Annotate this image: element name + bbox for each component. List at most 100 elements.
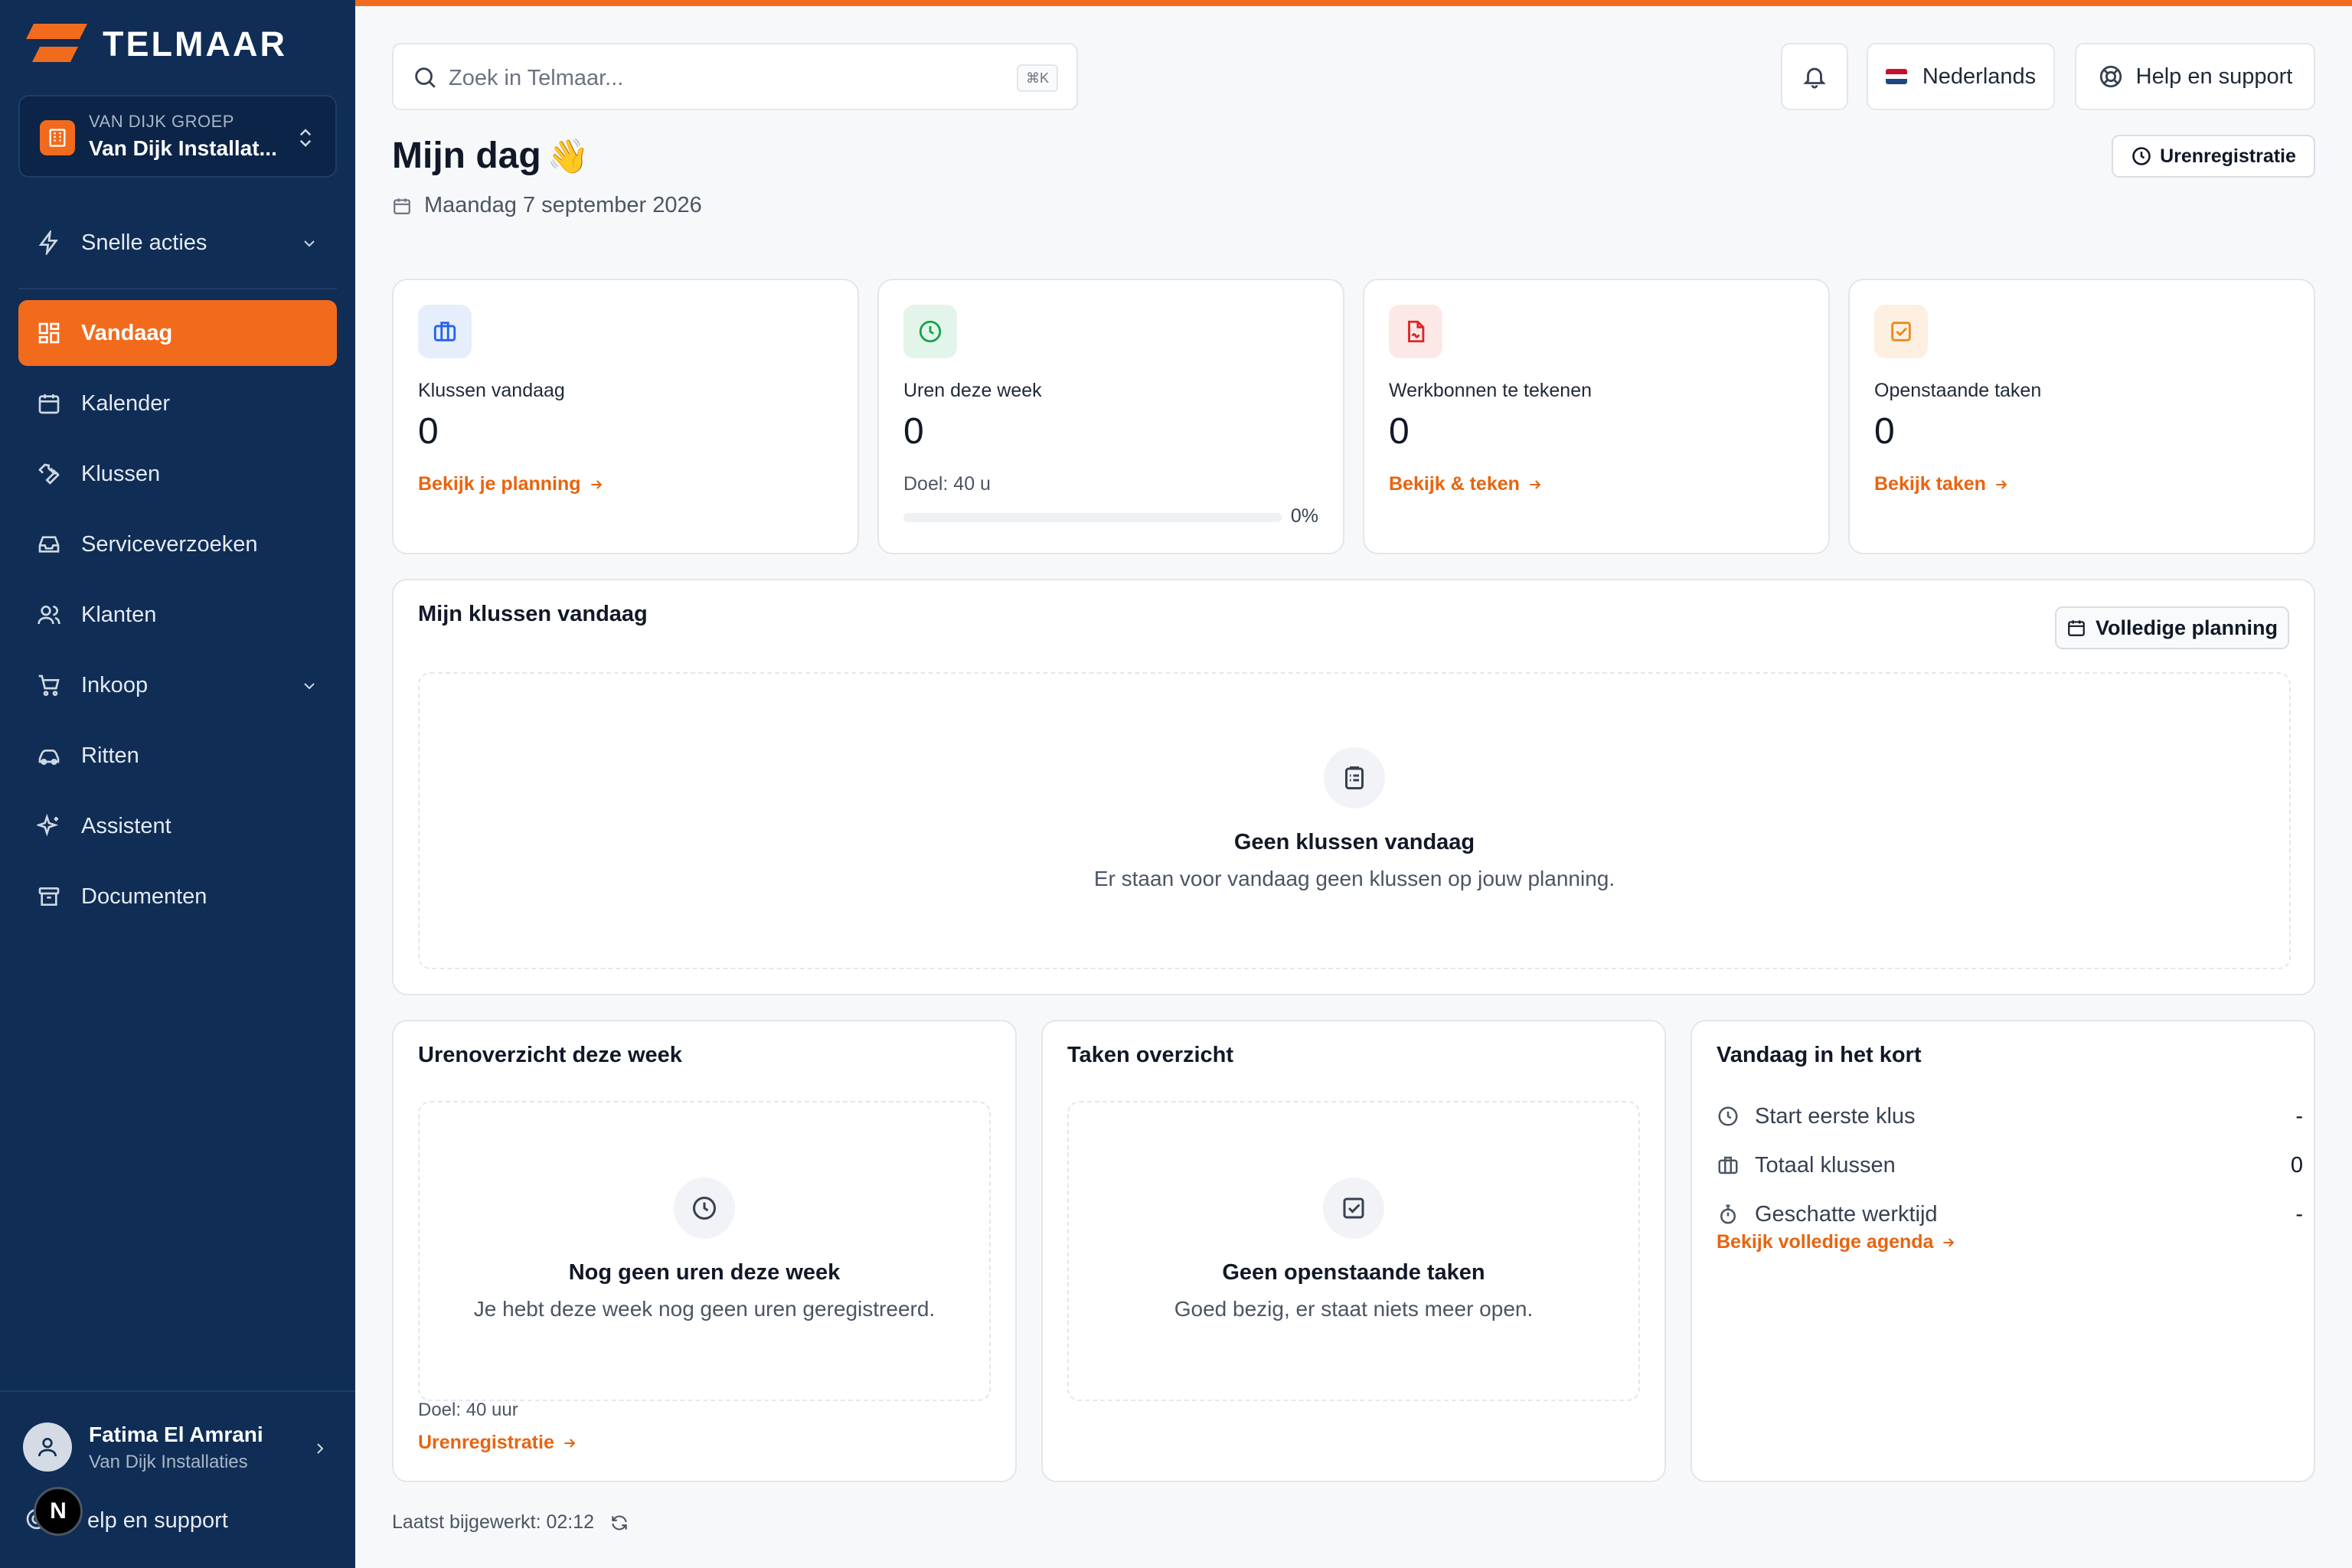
hours-progress-label: 0% — [1290, 505, 1318, 527]
organization-group: VAN DIJK GROEP — [89, 112, 234, 131]
stat-value: 0 — [903, 411, 924, 452]
organization-switcher[interactable]: VAN DIJK GROEP Van Dijk Installat... — [18, 95, 337, 178]
current-date: Maandag 7 september 2026 — [392, 193, 702, 218]
user-icon — [38, 1438, 57, 1457]
help-support-button[interactable]: Help en support — [2075, 43, 2315, 110]
arrow-right-icon — [1996, 479, 2007, 489]
hours-overview-panel: Urenoverzicht deze week Nog geen uren de… — [392, 1020, 1017, 1482]
logo[interactable]: TELMAAR — [24, 23, 287, 66]
empty-state-title: Geen klussen vandaag — [1233, 830, 1475, 854]
sidebar-item-label: Klussen — [81, 461, 161, 486]
sidebar-item-label: Documenten — [81, 884, 207, 909]
sidebar-item-label: Ritten — [81, 743, 139, 768]
chevron-down-icon — [304, 683, 315, 690]
top-accent-bar — [355, 0, 2352, 6]
current-date-label: Maandag 7 september 2026 — [424, 193, 702, 217]
hours-goal: Doel: 40 uur — [418, 1400, 518, 1420]
today-summary-panel: Vandaag in het kort Start eerste klus - … — [1690, 1020, 2315, 1482]
sidebar-item-label: Inkoop — [81, 672, 149, 697]
stat-label: Klussen vandaag — [418, 380, 565, 401]
refresh-icon[interactable] — [609, 1513, 629, 1533]
user-organization: Van Dijk Installaties — [89, 1452, 248, 1472]
time-registration-button[interactable]: Urenregistratie — [2112, 135, 2315, 178]
check-square-icon — [1874, 305, 1928, 358]
bell-icon — [1803, 67, 1826, 89]
stat-label: Uren deze week — [903, 380, 1042, 401]
page-title-text: Mijn dag — [392, 136, 541, 176]
lightning-icon — [35, 229, 63, 256]
netherlands-flag-icon — [1885, 69, 1907, 84]
time-registration-label: Urenregistratie — [2160, 145, 2296, 167]
tasks-overview-panel: Taken overzicht Geen openstaande taken G… — [1041, 1020, 1666, 1482]
sidebar-item-label: Klanten — [81, 602, 157, 627]
building-icon — [40, 120, 75, 155]
empty-state-title: Geen openstaande taken — [1222, 1260, 1485, 1285]
time-registration-link[interactable]: Urenregistratie — [418, 1432, 577, 1454]
wrench-icon — [35, 460, 63, 488]
chevron-down-icon — [304, 240, 315, 247]
page-title: Mijn dag 👋 — [392, 135, 589, 177]
archive-icon — [35, 883, 63, 910]
cart-icon — [35, 671, 63, 699]
stat-label: Openstaande taken — [1874, 380, 2042, 401]
sidebar-help-label: elp en support — [87, 1508, 228, 1533]
section-title: Vandaag in het kort — [1717, 1043, 1922, 1067]
clock-icon — [1718, 1106, 1738, 1126]
stat-card-open-tasks: Openstaande taken 0 Bekijk taken — [1848, 279, 2315, 554]
section-title: Urenoverzicht deze week — [418, 1043, 682, 1067]
last-updated-label: Laatst bijgewerkt: 02:12 — [392, 1511, 595, 1533]
sidebar: TELMAAR VAN DIJK GROEP Van Dijk Installa… — [0, 0, 355, 1568]
users-icon — [35, 601, 63, 629]
sidebar-item-label: Vandaag — [81, 320, 173, 345]
link-label: Urenregistratie — [418, 1432, 554, 1453]
sidebar-item-label: Kalender — [81, 390, 171, 416]
stopwatch-icon — [1720, 1204, 1736, 1224]
sidebar-item-documenten[interactable]: Documenten — [18, 864, 337, 929]
organization-name: Van Dijk Installat... — [89, 136, 277, 160]
sidebar-item-label: Assistent — [81, 813, 172, 838]
search-input[interactable] — [449, 61, 985, 95]
empty-state-subtitle: Goed bezig, er staat niets meer open. — [1174, 1297, 1534, 1321]
stat-value: 0 — [1874, 411, 1895, 452]
arrow-right-icon — [564, 1438, 576, 1448]
car-icon — [35, 742, 63, 769]
sidebar-item-klussen[interactable]: Klussen — [18, 441, 337, 507]
clock-icon — [2132, 147, 2151, 165]
empty-state-subtitle: Er staan voor vandaag geen klussen op jo… — [1093, 867, 1615, 890]
file-sign-icon — [1389, 305, 1442, 358]
sidebar-item-serviceverzoeken[interactable]: Serviceverzoeken — [18, 511, 337, 577]
view-tasks-link[interactable]: Bekijk taken — [1874, 473, 2009, 495]
link-label: Bekijk je planning — [418, 473, 581, 495]
dashboard-grid-icon — [35, 319, 63, 347]
link-label: Bekijk & teken — [1389, 473, 1520, 495]
sidebar-item-snelle-acties[interactable]: Snelle acties — [18, 210, 337, 276]
sidebar-item-klanten[interactable]: Klanten — [18, 582, 337, 648]
section-title: Taken overzicht — [1067, 1043, 1234, 1067]
last-updated: Laatst bijgewerkt: 02:12 — [392, 1511, 629, 1534]
full-planning-button[interactable]: Volledige planning — [2055, 606, 2289, 649]
dev-tools-badge[interactable]: N — [34, 1487, 83, 1536]
empty-state: Geen klussen vandaag Er staan voor vanda… — [418, 672, 2291, 969]
search-bar[interactable]: ⌘K — [392, 43, 1078, 110]
user-menu[interactable]: Fatima El Amrani Van Dijk Installaties — [23, 1421, 337, 1476]
waving-hand-icon: 👋 — [547, 137, 590, 175]
sidebar-item-assistent[interactable]: Assistent — [18, 793, 337, 859]
arrow-right-icon — [1943, 1237, 1955, 1247]
sidebar-item-inkoop[interactable]: Inkoop — [18, 652, 337, 718]
calendar-icon — [35, 390, 63, 417]
sidebar-item-label: Snelle acties — [81, 230, 207, 255]
view-and-sign-link[interactable]: Bekijk & teken — [1389, 473, 1543, 495]
app-name: TELMAAR — [103, 24, 287, 64]
stat-card-jobs-today: Klussen vandaag 0 Bekijk je planning — [392, 279, 859, 554]
calendar-icon — [394, 198, 410, 214]
help-support-label: Help en support — [2135, 64, 2293, 89]
notifications-button[interactable] — [1781, 43, 1848, 110]
sidebar-item-vandaag[interactable]: Vandaag — [18, 300, 337, 366]
view-planning-link[interactable]: Bekijk je planning — [418, 473, 604, 495]
sidebar-item-kalender[interactable]: Kalender — [18, 371, 337, 436]
language-selector[interactable]: Nederlands — [1867, 43, 2055, 110]
full-agenda-link[interactable]: Bekijk volledige agenda — [1717, 1231, 1956, 1253]
arrow-right-icon — [1530, 479, 1541, 489]
stat-card-hours-week: Uren deze week 0 Doel: 40 u 0% — [877, 279, 1344, 554]
sidebar-item-ritten[interactable]: Ritten — [18, 723, 337, 789]
